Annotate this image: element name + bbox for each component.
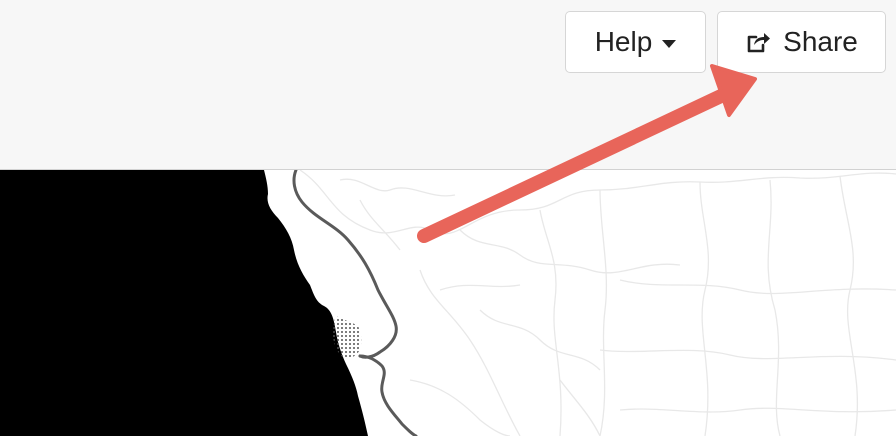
map-canvas bbox=[0, 170, 896, 436]
map-view[interactable] bbox=[0, 170, 896, 436]
share-button[interactable]: Share bbox=[717, 11, 886, 73]
help-button-label: Help bbox=[594, 26, 653, 57]
top-toolbar: Help Share bbox=[0, 0, 896, 170]
app-page: Help Share bbox=[0, 0, 896, 436]
help-dropdown-button[interactable]: Help bbox=[565, 11, 706, 73]
caret-down-icon bbox=[662, 39, 677, 48]
share-button-label: Share bbox=[783, 26, 858, 57]
share-icon bbox=[745, 29, 771, 55]
